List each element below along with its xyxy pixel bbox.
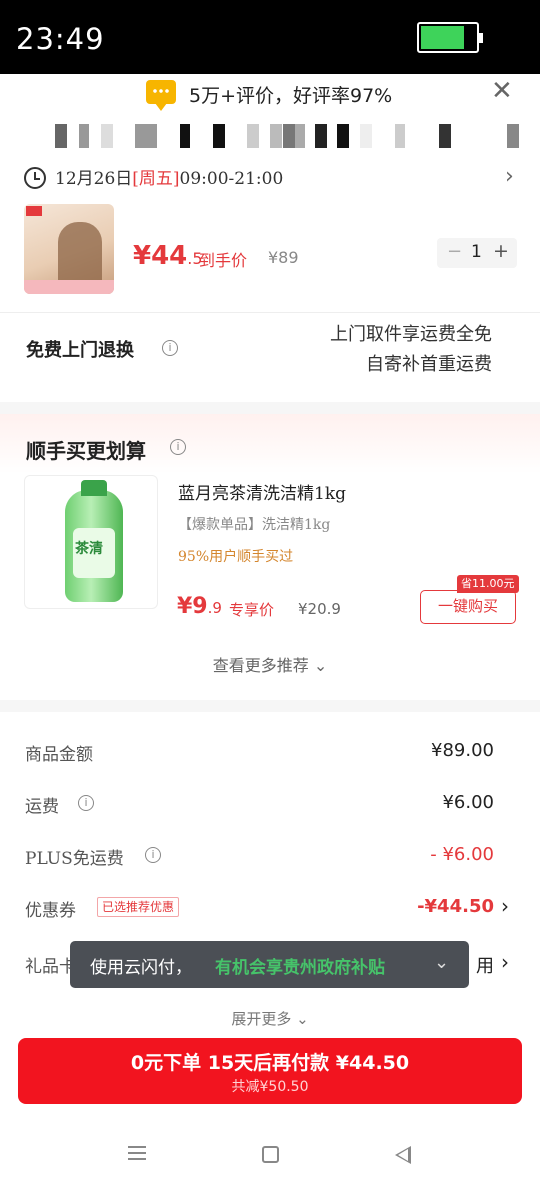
status-time: 23:49 (16, 22, 105, 56)
goods-amount-value: ¥89.00 (431, 740, 494, 761)
product-thumbnail[interactable] (24, 204, 114, 294)
chevron-right-icon[interactable]: › (505, 164, 514, 189)
pay-button-savings: 共减¥50.50 (231, 1079, 309, 1095)
menu-icon[interactable] (128, 1146, 146, 1160)
delivery-time-row[interactable]: 12月26日[周五]09:00-21:00 › (0, 160, 540, 194)
section-gap (0, 700, 540, 712)
expand-more-link[interactable]: 展开更多 ⌄ (0, 1008, 540, 1029)
goods-amount-label: 商品金额 (25, 745, 93, 765)
chevron-right-icon[interactable]: › (501, 894, 509, 918)
rating-banner: 5万+评价，好评率97% ✕ (0, 74, 540, 114)
coupon-recommended-badge: 已选推荐优惠 (97, 897, 180, 917)
delivery-time-text: 12月26日[周五]09:00-21:00 (55, 169, 284, 189)
section-gap (0, 402, 540, 414)
upsell-price: ¥9.9 (177, 594, 222, 619)
upsell-buyers-note: 95%用户顺手买过 (178, 549, 294, 565)
unionpay-toast[interactable]: 使用云闪付， 有机会享贵州政府补贴 ⌄ (70, 941, 469, 988)
clock-icon (24, 167, 46, 189)
status-bar: 23:49 (0, 0, 540, 74)
gift-card-label[interactable]: 礼品卡 (25, 952, 76, 977)
home-icon[interactable] (262, 1146, 279, 1163)
chevron-right-icon[interactable]: › (501, 950, 509, 974)
back-icon[interactable] (395, 1146, 411, 1164)
chevron-down-icon: ⌄ (308, 656, 328, 675)
shipping-label: 运费 (25, 797, 59, 817)
chevron-down-icon: ⌄ (291, 1010, 309, 1028)
system-nav-bar (0, 1120, 540, 1188)
info-icon[interactable]: i (162, 340, 178, 356)
quantity-stepper[interactable]: − 1 + (437, 238, 517, 268)
info-icon[interactable]: i (170, 439, 186, 455)
divider (0, 312, 540, 313)
battery-icon (417, 22, 483, 53)
info-icon[interactable]: i (78, 795, 94, 811)
upsell-product-image[interactable] (24, 475, 158, 609)
upsell-product-subtitle: 【爆款单品】洗洁精1kg (178, 517, 331, 533)
close-icon[interactable]: ✕ (491, 78, 513, 104)
one-click-buy-button[interactable]: 一键购买 (420, 590, 516, 624)
upsell-title: 顺手买更划算 (26, 439, 146, 463)
double-chevron-down-icon[interactable]: ⌄ (434, 952, 449, 973)
rating-text: 5万+评价，好评率97% (189, 85, 393, 107)
upsell-original-price: ¥20.9 (298, 600, 341, 618)
pay-later-button[interactable]: 0元下单 15天后再付款 ¥44.50 共减¥50.50 (18, 1038, 522, 1104)
coupon-value[interactable]: -¥44.50 (417, 896, 494, 917)
toast-highlight: 有机会享贵州政府补贴 (215, 958, 385, 978)
free-return-desc: 上门取件享运费全免 自寄补首重运费 (330, 324, 492, 375)
plus-icon[interactable]: + (493, 240, 509, 262)
product-price-label: 到手价 (199, 251, 248, 270)
plus-shipping-value: - ¥6.00 (430, 844, 494, 865)
gift-card-value[interactable]: 用 (476, 952, 494, 978)
product-original-price: ¥89 (268, 248, 299, 267)
pay-button-main-text: 0元下单 15天后再付款 ¥44.50 (130, 1052, 410, 1074)
quantity-value[interactable]: 1 (471, 242, 482, 262)
info-icon[interactable]: i (145, 847, 161, 863)
see-more-link[interactable]: 查看更多推荐 ⌄ (0, 652, 540, 676)
free-return-title: 免费上门退换 (26, 340, 134, 361)
plus-shipping-label: PLUS免运费 (25, 849, 124, 869)
product-price: ¥44.5 (133, 241, 203, 271)
save-badge: 省11.00元 (457, 575, 519, 593)
coupon-label[interactable]: 优惠券 (25, 896, 76, 921)
shipping-value: ¥6.00 (442, 792, 494, 813)
chat-rating-icon (146, 80, 176, 111)
minus-icon[interactable]: − (447, 241, 462, 262)
redacted-address (55, 124, 525, 148)
toast-prefix: 使用云闪付， (90, 958, 192, 978)
upsell-product-name[interactable]: 蓝月亮茶清洗洁精1kg (178, 479, 346, 504)
upsell-price-label: 专享价 (229, 601, 275, 619)
